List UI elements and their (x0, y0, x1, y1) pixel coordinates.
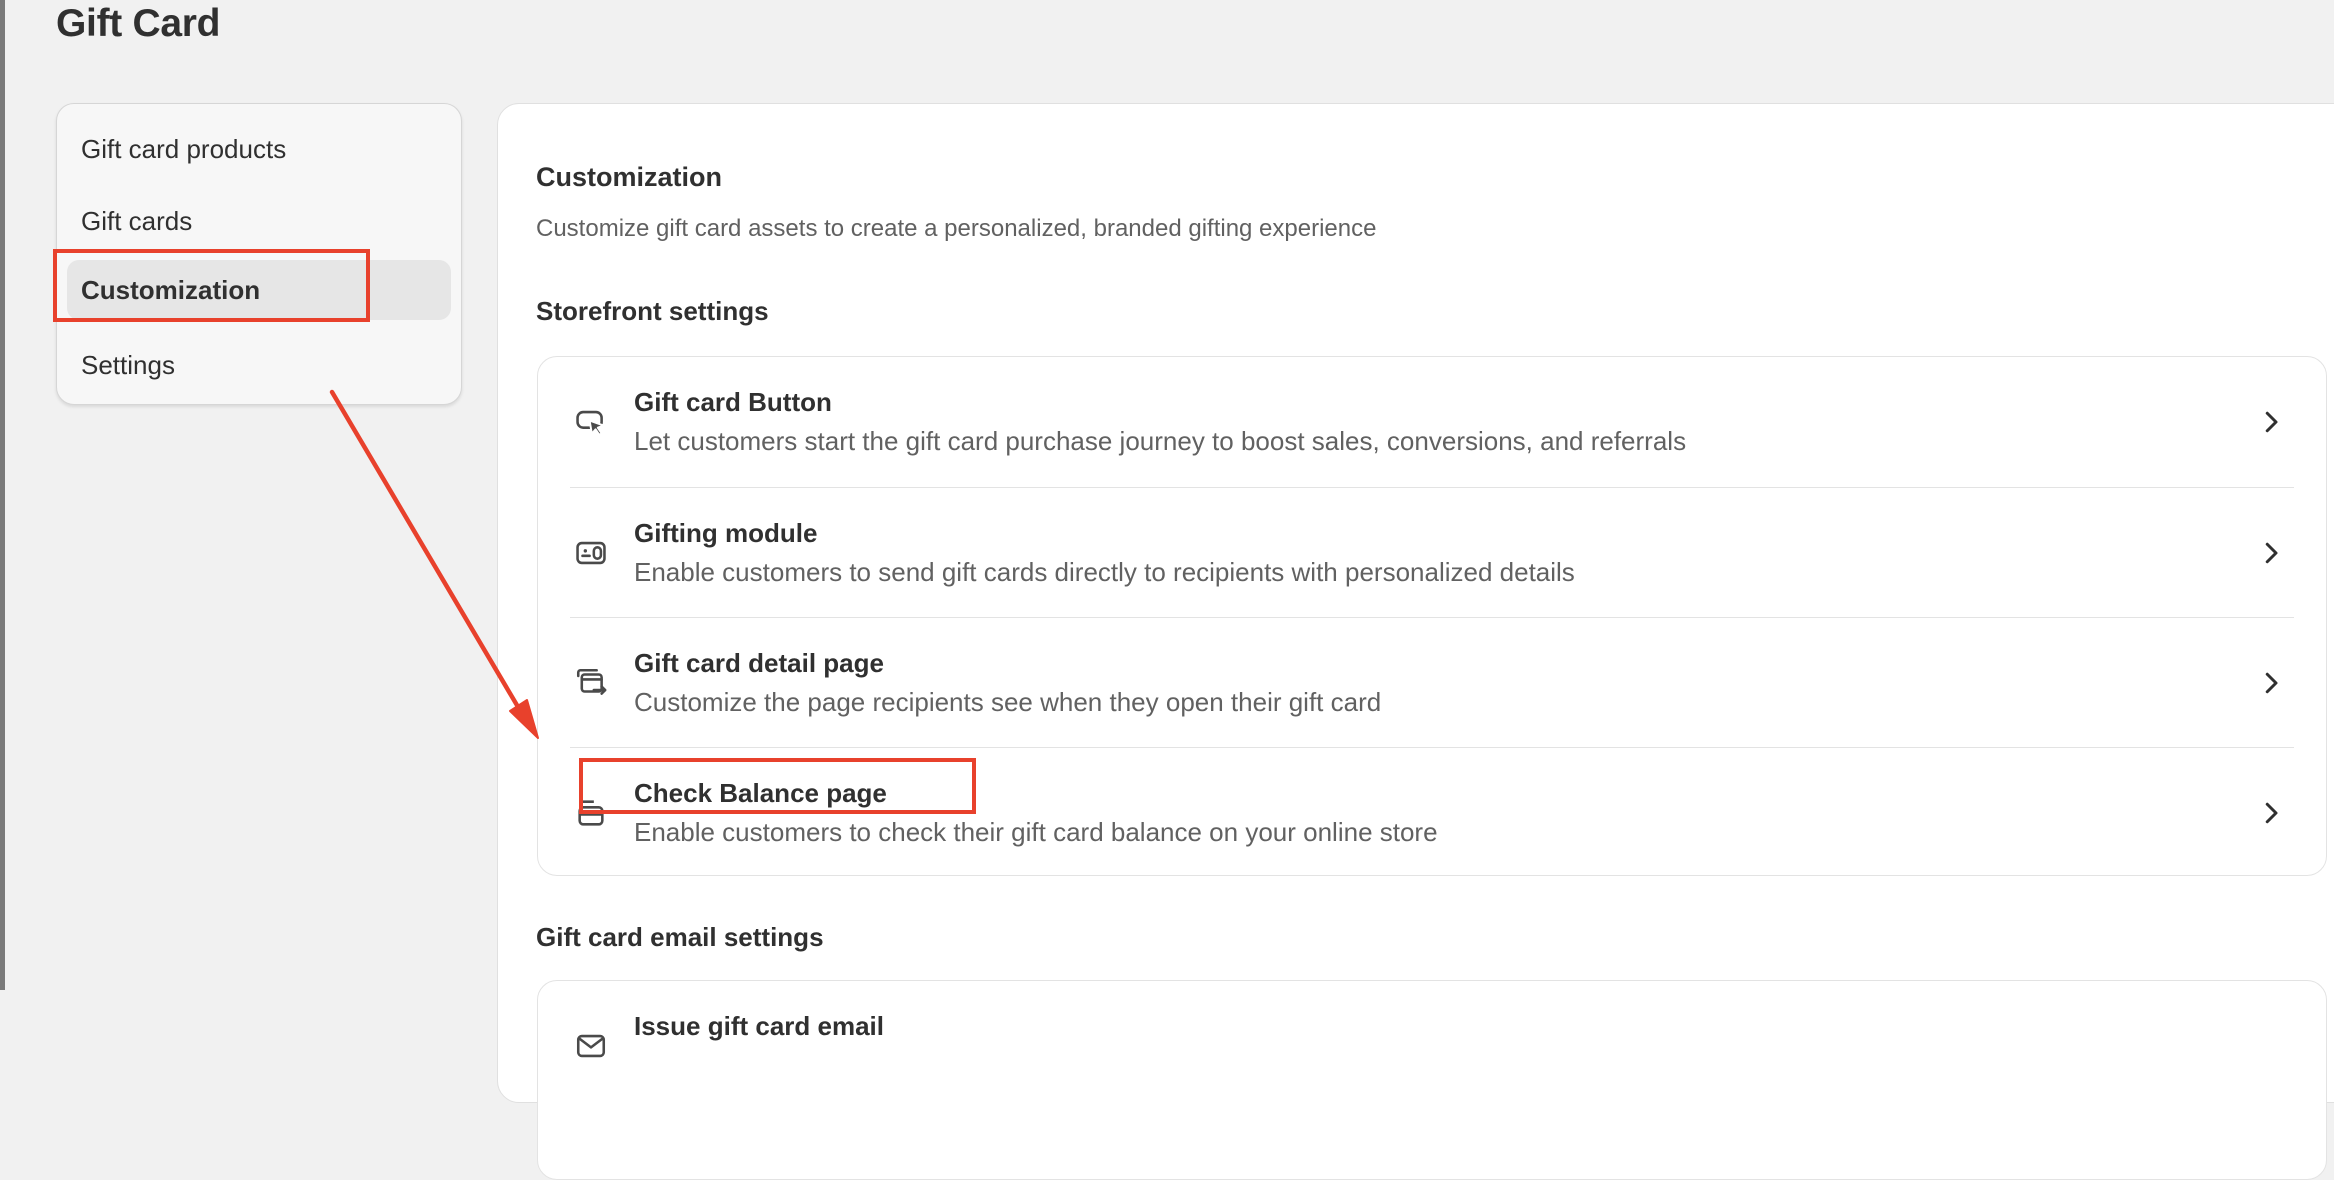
row-description: Customize the page recipients see when t… (634, 687, 1382, 717)
email-settings-card: Issue gift card email (537, 980, 2327, 1180)
email-settings-heading: Gift card email settings (536, 922, 824, 952)
sidebar-nav: Gift card products Gift cards Customizat… (56, 103, 462, 405)
row-title: Gifting module (634, 518, 818, 548)
row-description: Let customers start the gift card purcha… (634, 426, 1687, 456)
chevron-right-icon (2256, 407, 2286, 437)
chevron-right-icon (2256, 798, 2286, 828)
storefront-settings-heading: Storefront settings (536, 296, 769, 326)
window-edge (0, 0, 5, 990)
wallet-icon (574, 796, 608, 830)
row-title: Gift card detail page (634, 648, 884, 678)
row-title: Issue gift card email (634, 1011, 884, 1041)
row-title: Check Balance page (634, 778, 887, 808)
page-title: Gift Card (56, 2, 221, 45)
row-description: Enable customers to check their gift car… (634, 817, 1438, 847)
cursor-click-icon (574, 405, 608, 439)
sidebar-item-customization[interactable]: Customization (67, 260, 451, 320)
email-icon (574, 1029, 608, 1063)
chevron-right-icon (2256, 538, 2286, 568)
setting-row-check-balance-page[interactable]: Check Balance page Enable customers to c… (570, 747, 2294, 878)
row-description: Enable customers to send gift cards dire… (634, 557, 1575, 587)
setting-row-gift-card-button[interactable]: Gift card Button Let customers start the… (570, 357, 2294, 487)
setting-row-issue-gift-card-email[interactable]: Issue gift card email (570, 981, 2294, 1111)
sidebar-item-settings[interactable]: Settings (67, 335, 451, 395)
section-title: Customization (536, 162, 722, 192)
page-detail-icon (574, 666, 608, 700)
sidebar-item-gift-card-products[interactable]: Gift card products (67, 119, 451, 179)
gift-module-icon (574, 536, 608, 570)
chevron-right-icon (2256, 668, 2286, 698)
row-title: Gift card Button (634, 387, 832, 417)
setting-row-gift-card-detail-page[interactable]: Gift card detail page Customize the page… (570, 617, 2294, 748)
sidebar-item-gift-cards[interactable]: Gift cards (67, 191, 451, 251)
section-description: Customize gift card assets to create a p… (536, 215, 1377, 242)
setting-row-gifting-module[interactable]: Gifting module Enable customers to send … (570, 487, 2294, 618)
storefront-settings-card: Gift card Button Let customers start the… (537, 356, 2327, 876)
